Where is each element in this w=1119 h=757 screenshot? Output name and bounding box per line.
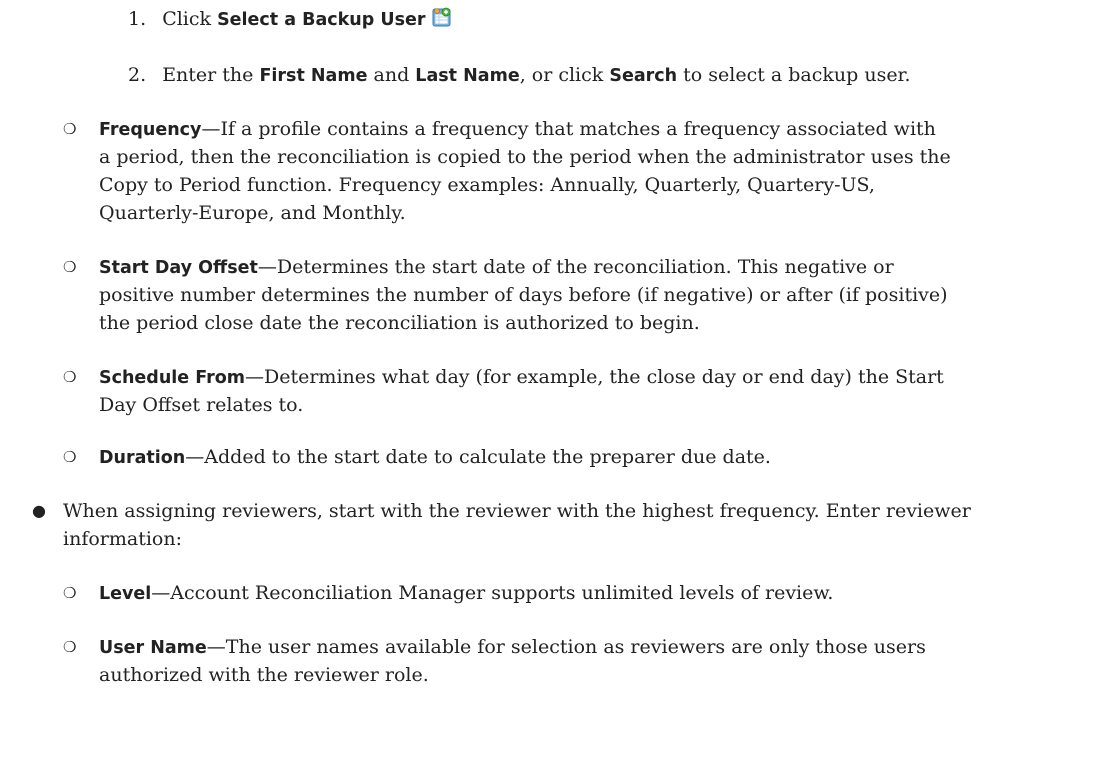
ui-term: Select a Backup User — [217, 10, 426, 30]
ui-term: Last Name — [415, 66, 520, 86]
step-text: and — [367, 64, 416, 86]
step-text: to select a backup user. — [677, 64, 911, 86]
select-backup-user-icon — [431, 6, 453, 28]
em-dash: — — [185, 446, 205, 468]
term-label: Level — [99, 584, 152, 604]
term-label: Schedule From — [99, 368, 245, 388]
step-text: , or click — [519, 64, 610, 86]
em-dash: — — [151, 582, 171, 604]
item-text: Day Offset relates to. — [99, 394, 304, 416]
list-item-level: Level—Account Reconciliation Manager sup… — [99, 579, 833, 608]
ui-term: First Name — [259, 66, 368, 86]
em-dash: — — [244, 366, 264, 388]
list-bullet: ❍ — [63, 638, 77, 656]
item-text: Quarterly-Europe, and Monthly. — [99, 202, 406, 224]
step-text: Click — [162, 8, 218, 30]
em-dash: — — [201, 118, 221, 140]
reviewer-intro-text: When assigning reviewers, start with the… — [63, 500, 971, 522]
step-number: 2. — [128, 64, 147, 86]
document-page: 1. Click Select a Backup User 2. Enter t… — [0, 0, 1119, 757]
term-label: Frequency — [99, 120, 202, 140]
list-item-schedule-from: Schedule From—Determines what day (for e… — [99, 363, 944, 392]
item-text: positive number determines the number of… — [99, 284, 948, 306]
ui-term: Search — [609, 66, 678, 86]
list-bullet: ❍ — [63, 368, 77, 386]
step-1: 1. Click Select a Backup User — [128, 5, 453, 34]
item-text: Copy to Period function. Frequency examp… — [99, 174, 875, 196]
term-label: Duration — [99, 448, 186, 468]
list-bullet: ❍ — [63, 120, 77, 138]
list-item-duration: Duration—Added to the start date to calc… — [99, 443, 771, 472]
step-text: Enter the — [162, 64, 260, 86]
item-text: Added to the start date to calculate the… — [204, 446, 771, 468]
list-bullet: ❍ — [63, 448, 77, 466]
em-dash: — — [206, 636, 226, 658]
term-label: Start Day Offset — [99, 258, 258, 278]
list-bullet: ❍ — [63, 258, 77, 276]
item-text: the period close date the reconciliation… — [99, 312, 700, 334]
em-dash: — — [257, 256, 277, 278]
item-text: Account Reconciliation Manager supports … — [170, 582, 834, 604]
list-item-frequency: Frequency—If a profile contains a freque… — [99, 115, 936, 144]
item-text: The user names available for selection a… — [225, 636, 926, 658]
item-text: Determines the start date of the reconci… — [276, 256, 894, 278]
list-bullet: ❍ — [63, 584, 77, 602]
item-text: If a profile contains a frequency that m… — [220, 118, 936, 140]
item-text: Determines what day (for example, the cl… — [263, 366, 944, 388]
list-item-user-name: User Name—The user names available for s… — [99, 633, 926, 662]
step-number: 1. — [128, 8, 147, 30]
item-text: authorized with the reviewer role. — [99, 664, 429, 686]
reviewer-intro-text: information: — [63, 528, 183, 550]
list-bullet: ● — [32, 501, 46, 520]
step-2: 2. Enter the First Name and Last Name, o… — [128, 61, 911, 90]
list-item-start-day-offset: Start Day Offset—Determines the start da… — [99, 253, 894, 282]
term-label: User Name — [99, 638, 207, 658]
item-text: a period, then the reconciliation is cop… — [99, 146, 951, 168]
